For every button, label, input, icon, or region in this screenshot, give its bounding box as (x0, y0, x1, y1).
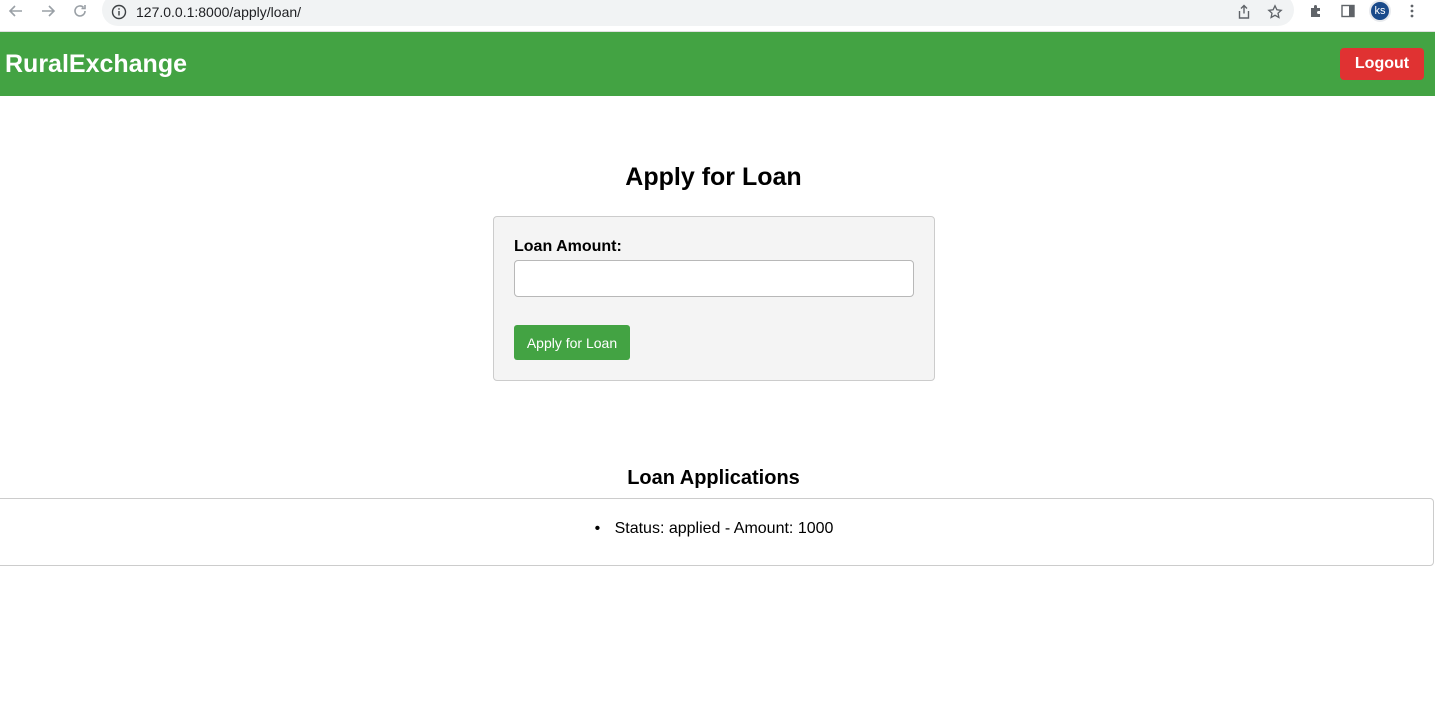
loan-applications-title: Loan Applications (627, 467, 800, 489)
loan-amount-label: Loan Amount: (514, 238, 622, 255)
bullet-icon: • (594, 520, 601, 537)
address-url[interactable]: 127.0.0.1:8000/apply/loan/ (136, 3, 301, 21)
more-vertical-icon[interactable] (1402, 1, 1422, 21)
bookmark-star-icon[interactable] (1266, 3, 1284, 21)
side-panel-icon[interactable] (1338, 1, 1358, 21)
page-title: Apply for Loan (625, 163, 802, 191)
address-bar[interactable]: 127.0.0.1:8000/apply/loan/ (102, 0, 1294, 26)
profile-avatar[interactable]: ks (1369, 0, 1391, 22)
application-text: Status: applied - Amount: 1000 (614, 520, 834, 537)
loan-amount-input[interactable] (514, 260, 914, 297)
back-arrow-icon[interactable] (2, 0, 30, 22)
extensions-puzzle-icon[interactable] (1306, 1, 1326, 21)
reload-icon[interactable] (66, 0, 94, 22)
loan-form: Loan Amount: Apply for Loan (493, 216, 935, 381)
list-item: • Status: applied - Amount: 1000 (595, 519, 834, 539)
info-icon[interactable] (111, 4, 127, 20)
site-header: RuralExchange Logout (0, 32, 1435, 96)
loan-applications-list: • Status: applied - Amount: 1000 (0, 498, 1434, 566)
apply-for-loan-button[interactable]: Apply for Loan (514, 325, 630, 360)
forward-arrow-icon[interactable] (34, 0, 62, 22)
browser-toolbar: 127.0.0.1:8000/apply/loan/ ks (0, 0, 1435, 32)
share-icon[interactable] (1235, 3, 1253, 21)
brand-logo[interactable]: RuralExchange (5, 49, 187, 79)
logout-button[interactable]: Logout (1340, 48, 1424, 80)
